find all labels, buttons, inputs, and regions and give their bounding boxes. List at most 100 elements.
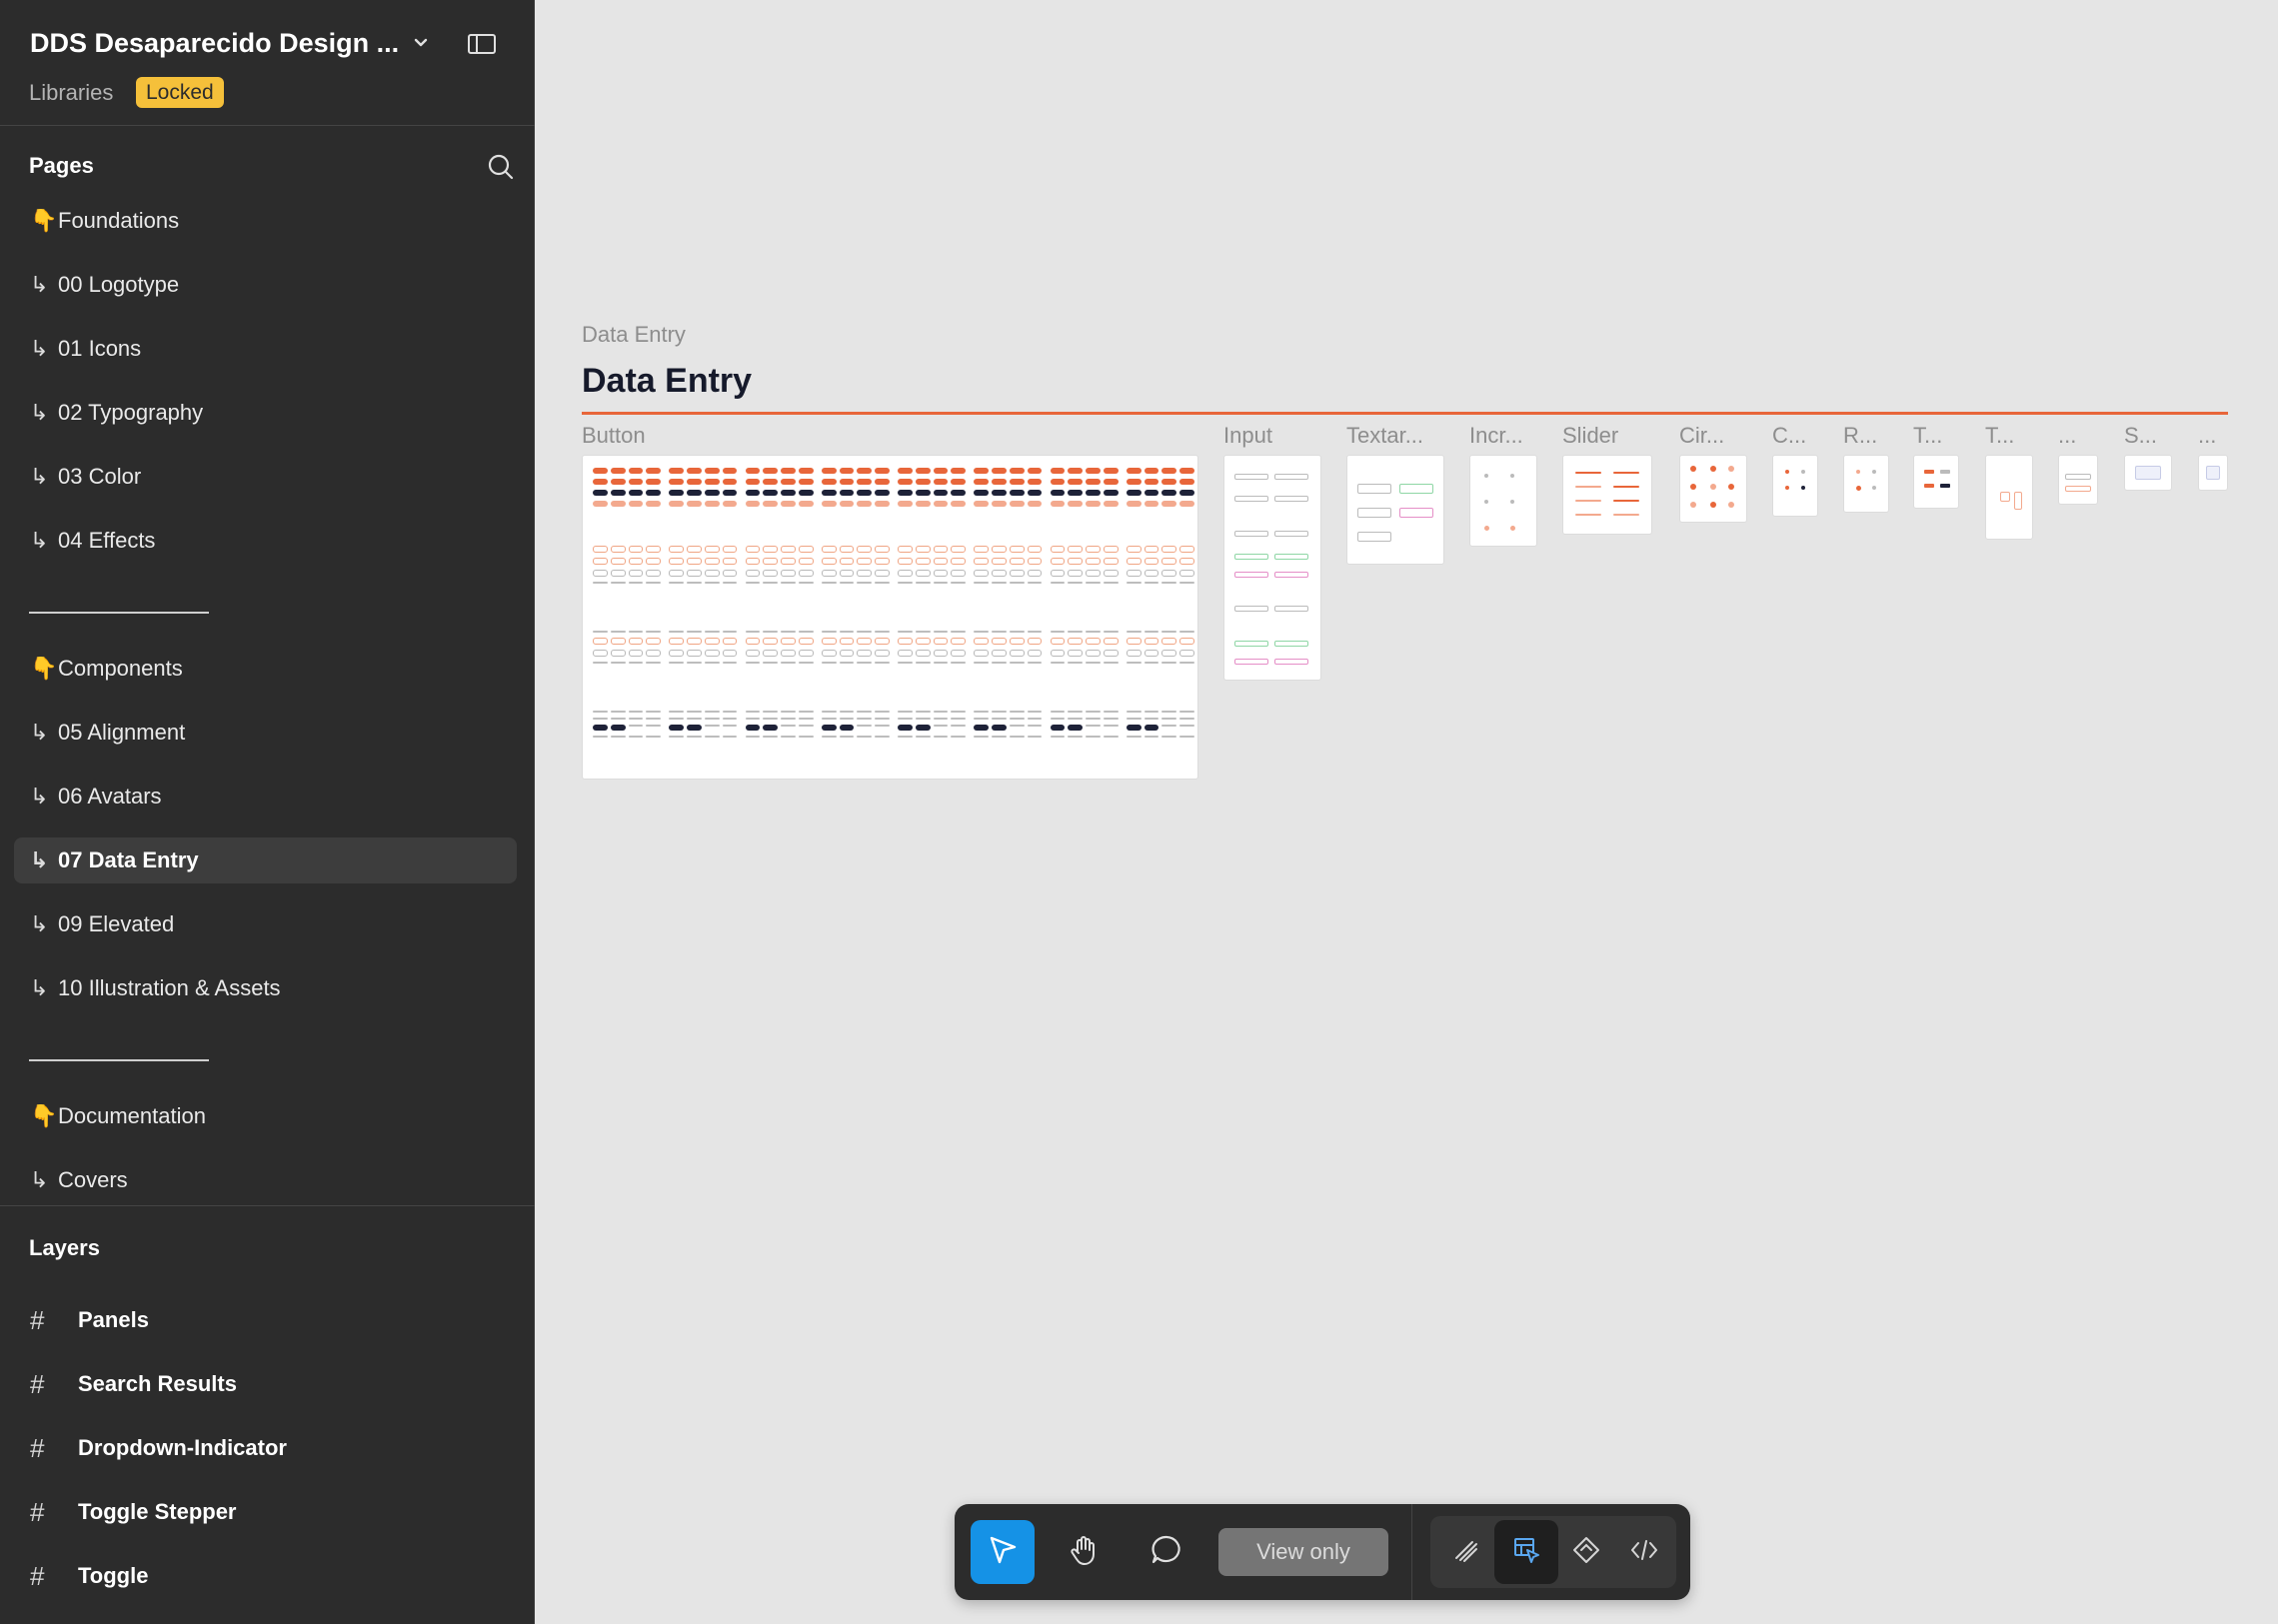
frame-truncated[interactable] (2198, 455, 2228, 491)
hand-tool-button[interactable] (1053, 1520, 1117, 1584)
page-item-data-entry[interactable]: ↳ 07 Data Entry (14, 837, 517, 883)
frame-button[interactable] (582, 455, 1198, 780)
frame-label-button[interactable]: Button (582, 423, 646, 449)
page-item-alignment[interactable]: ↳ 05 Alignment (14, 710, 517, 756)
button-thumbnail (798, 501, 814, 507)
button-thumbnail (669, 546, 685, 553)
frame-label-slider[interactable]: Slider (1562, 423, 1618, 449)
frame-label-input[interactable]: Input (1223, 423, 1272, 449)
page-item-icons[interactable]: ↳ 01 Icons (14, 326, 517, 372)
frame-label-textarea[interactable]: Textar... (1346, 423, 1423, 449)
button-thumbnail (610, 501, 626, 507)
frame-label-toggle[interactable]: T... (1913, 423, 1942, 449)
button-thumbnail (1068, 662, 1084, 664)
frame-input[interactable] (1223, 455, 1321, 681)
search-icon[interactable] (487, 153, 515, 181)
button-thumbnail (1103, 662, 1119, 664)
subpage-arrow-icon: ↳ (30, 975, 49, 1000)
button-thumbnail (669, 558, 685, 565)
libraries-link[interactable]: Libraries (29, 80, 113, 106)
frame-label-radio[interactable]: R... (1843, 423, 1877, 449)
button-thumbnail (781, 479, 796, 485)
button-thumbnail (593, 490, 608, 496)
button-thumbnail (1027, 479, 1043, 485)
button-thumbnail (1009, 711, 1025, 713)
button-variant-group (974, 468, 1043, 507)
frame-label-circle[interactable]: Cir... (1679, 423, 1724, 449)
button-thumbnail (1126, 546, 1141, 553)
button-thumbnail (951, 638, 967, 645)
component-mode-button[interactable] (1554, 1520, 1618, 1584)
button-thumbnail (974, 736, 990, 738)
frame-label-truncated[interactable]: ... (2198, 423, 2216, 449)
frame-label-search[interactable]: S... (2124, 423, 2157, 449)
frame-circle[interactable] (1679, 455, 1747, 523)
comment-tool-button[interactable] (1135, 1520, 1198, 1584)
file-name[interactable]: DDS Desaparecido Design ... (30, 28, 399, 59)
button-thumbnail (593, 638, 608, 645)
layer-item-toggle[interactable]: # Toggle (30, 1556, 148, 1596)
frame-textarea[interactable] (1346, 455, 1444, 565)
frame-hash-icon: # (30, 1560, 45, 1591)
button-thumbnail (593, 662, 608, 664)
page-item-components[interactable]: 👇 Components (14, 646, 517, 692)
button-thumbnail (1179, 711, 1194, 713)
page-item-foundations[interactable]: 👇 Foundations (14, 198, 517, 244)
page-divider[interactable] (29, 1059, 209, 1061)
page-item-color[interactable]: ↳ 03 Color (14, 454, 517, 500)
dev-mode-button[interactable] (1612, 1520, 1676, 1584)
button-thumbnail (669, 725, 685, 731)
frame-toggle[interactable] (1913, 455, 1959, 509)
page-item-avatars[interactable]: ↳ 06 Avatars (14, 774, 517, 819)
panel-resize-divider[interactable] (0, 1205, 535, 1206)
page-item-typography[interactable]: ↳ 02 Typography (14, 390, 517, 436)
frame-radio[interactable] (1843, 455, 1889, 513)
frame-truncated[interactable] (2058, 455, 2098, 505)
page-item-documentation[interactable]: 👇 Documentation (14, 1093, 517, 1139)
frame-increment[interactable] (1469, 455, 1537, 547)
button-thumbnail (974, 570, 990, 577)
button-thumbnail (821, 725, 837, 731)
frame-label-checkbox[interactable]: C... (1772, 423, 1806, 449)
button-thumbnail (951, 546, 967, 553)
layer-item-panels[interactable]: # Panels (30, 1300, 149, 1340)
page-item-covers[interactable]: ↳ Covers (14, 1157, 517, 1203)
page-divider[interactable] (29, 612, 209, 614)
button-thumbnail (669, 479, 685, 485)
button-thumbnail (915, 718, 931, 720)
frame-toggle-stepper[interactable] (1985, 455, 2033, 540)
section-title[interactable]: Data Entry (582, 362, 752, 401)
frame-label-increment[interactable]: Incr... (1469, 423, 1523, 449)
textarea-thumbnail (1357, 532, 1391, 542)
button-thumbnail (1161, 501, 1177, 507)
frame-label-truncated[interactable]: ... (2058, 423, 2076, 449)
layer-item-search-results[interactable]: # Search Results (30, 1364, 237, 1404)
section-label[interactable]: Data Entry (582, 322, 686, 348)
page-item-illustration-assets[interactable]: ↳ 10 Illustration & Assets (14, 965, 517, 1011)
button-thumbnail (898, 711, 913, 713)
page-item-logotype[interactable]: ↳ 00 Logotype (14, 262, 517, 308)
button-thumbnail (704, 711, 720, 713)
button-thumbnail (763, 546, 779, 553)
frame-checkbox[interactable] (1772, 455, 1818, 517)
layer-item-dropdown-indicator[interactable]: # Dropdown-Indicator (30, 1428, 287, 1468)
chevron-down-icon[interactable] (408, 30, 434, 56)
button-thumbnail (1027, 490, 1043, 496)
button-thumbnail (1143, 711, 1159, 713)
page-item-elevated[interactable]: ↳ 09 Elevated (14, 901, 517, 947)
design-canvas[interactable]: Data Entry Data Entry Button Input Texta… (536, 0, 2278, 1624)
layer-item-toggle-stepper[interactable]: # Toggle Stepper (30, 1492, 237, 1532)
page-item-effects[interactable]: ↳ 04 Effects (14, 518, 517, 564)
frame-search[interactable] (2124, 455, 2172, 491)
draw-mode-button[interactable] (1434, 1520, 1498, 1584)
sidebar-toggle-icon[interactable] (466, 30, 498, 58)
button-thumbnail (1143, 490, 1159, 496)
frame-label-toggle-stepper[interactable]: T... (1985, 423, 2014, 449)
move-tool-button[interactable] (971, 1520, 1035, 1584)
view-only-button[interactable]: View only (1218, 1528, 1388, 1576)
design-mode-button[interactable] (1494, 1520, 1558, 1584)
button-thumbnail (839, 650, 855, 657)
button-thumbnail (875, 650, 890, 657)
frame-slider[interactable] (1562, 455, 1652, 535)
button-thumbnail (821, 718, 837, 720)
